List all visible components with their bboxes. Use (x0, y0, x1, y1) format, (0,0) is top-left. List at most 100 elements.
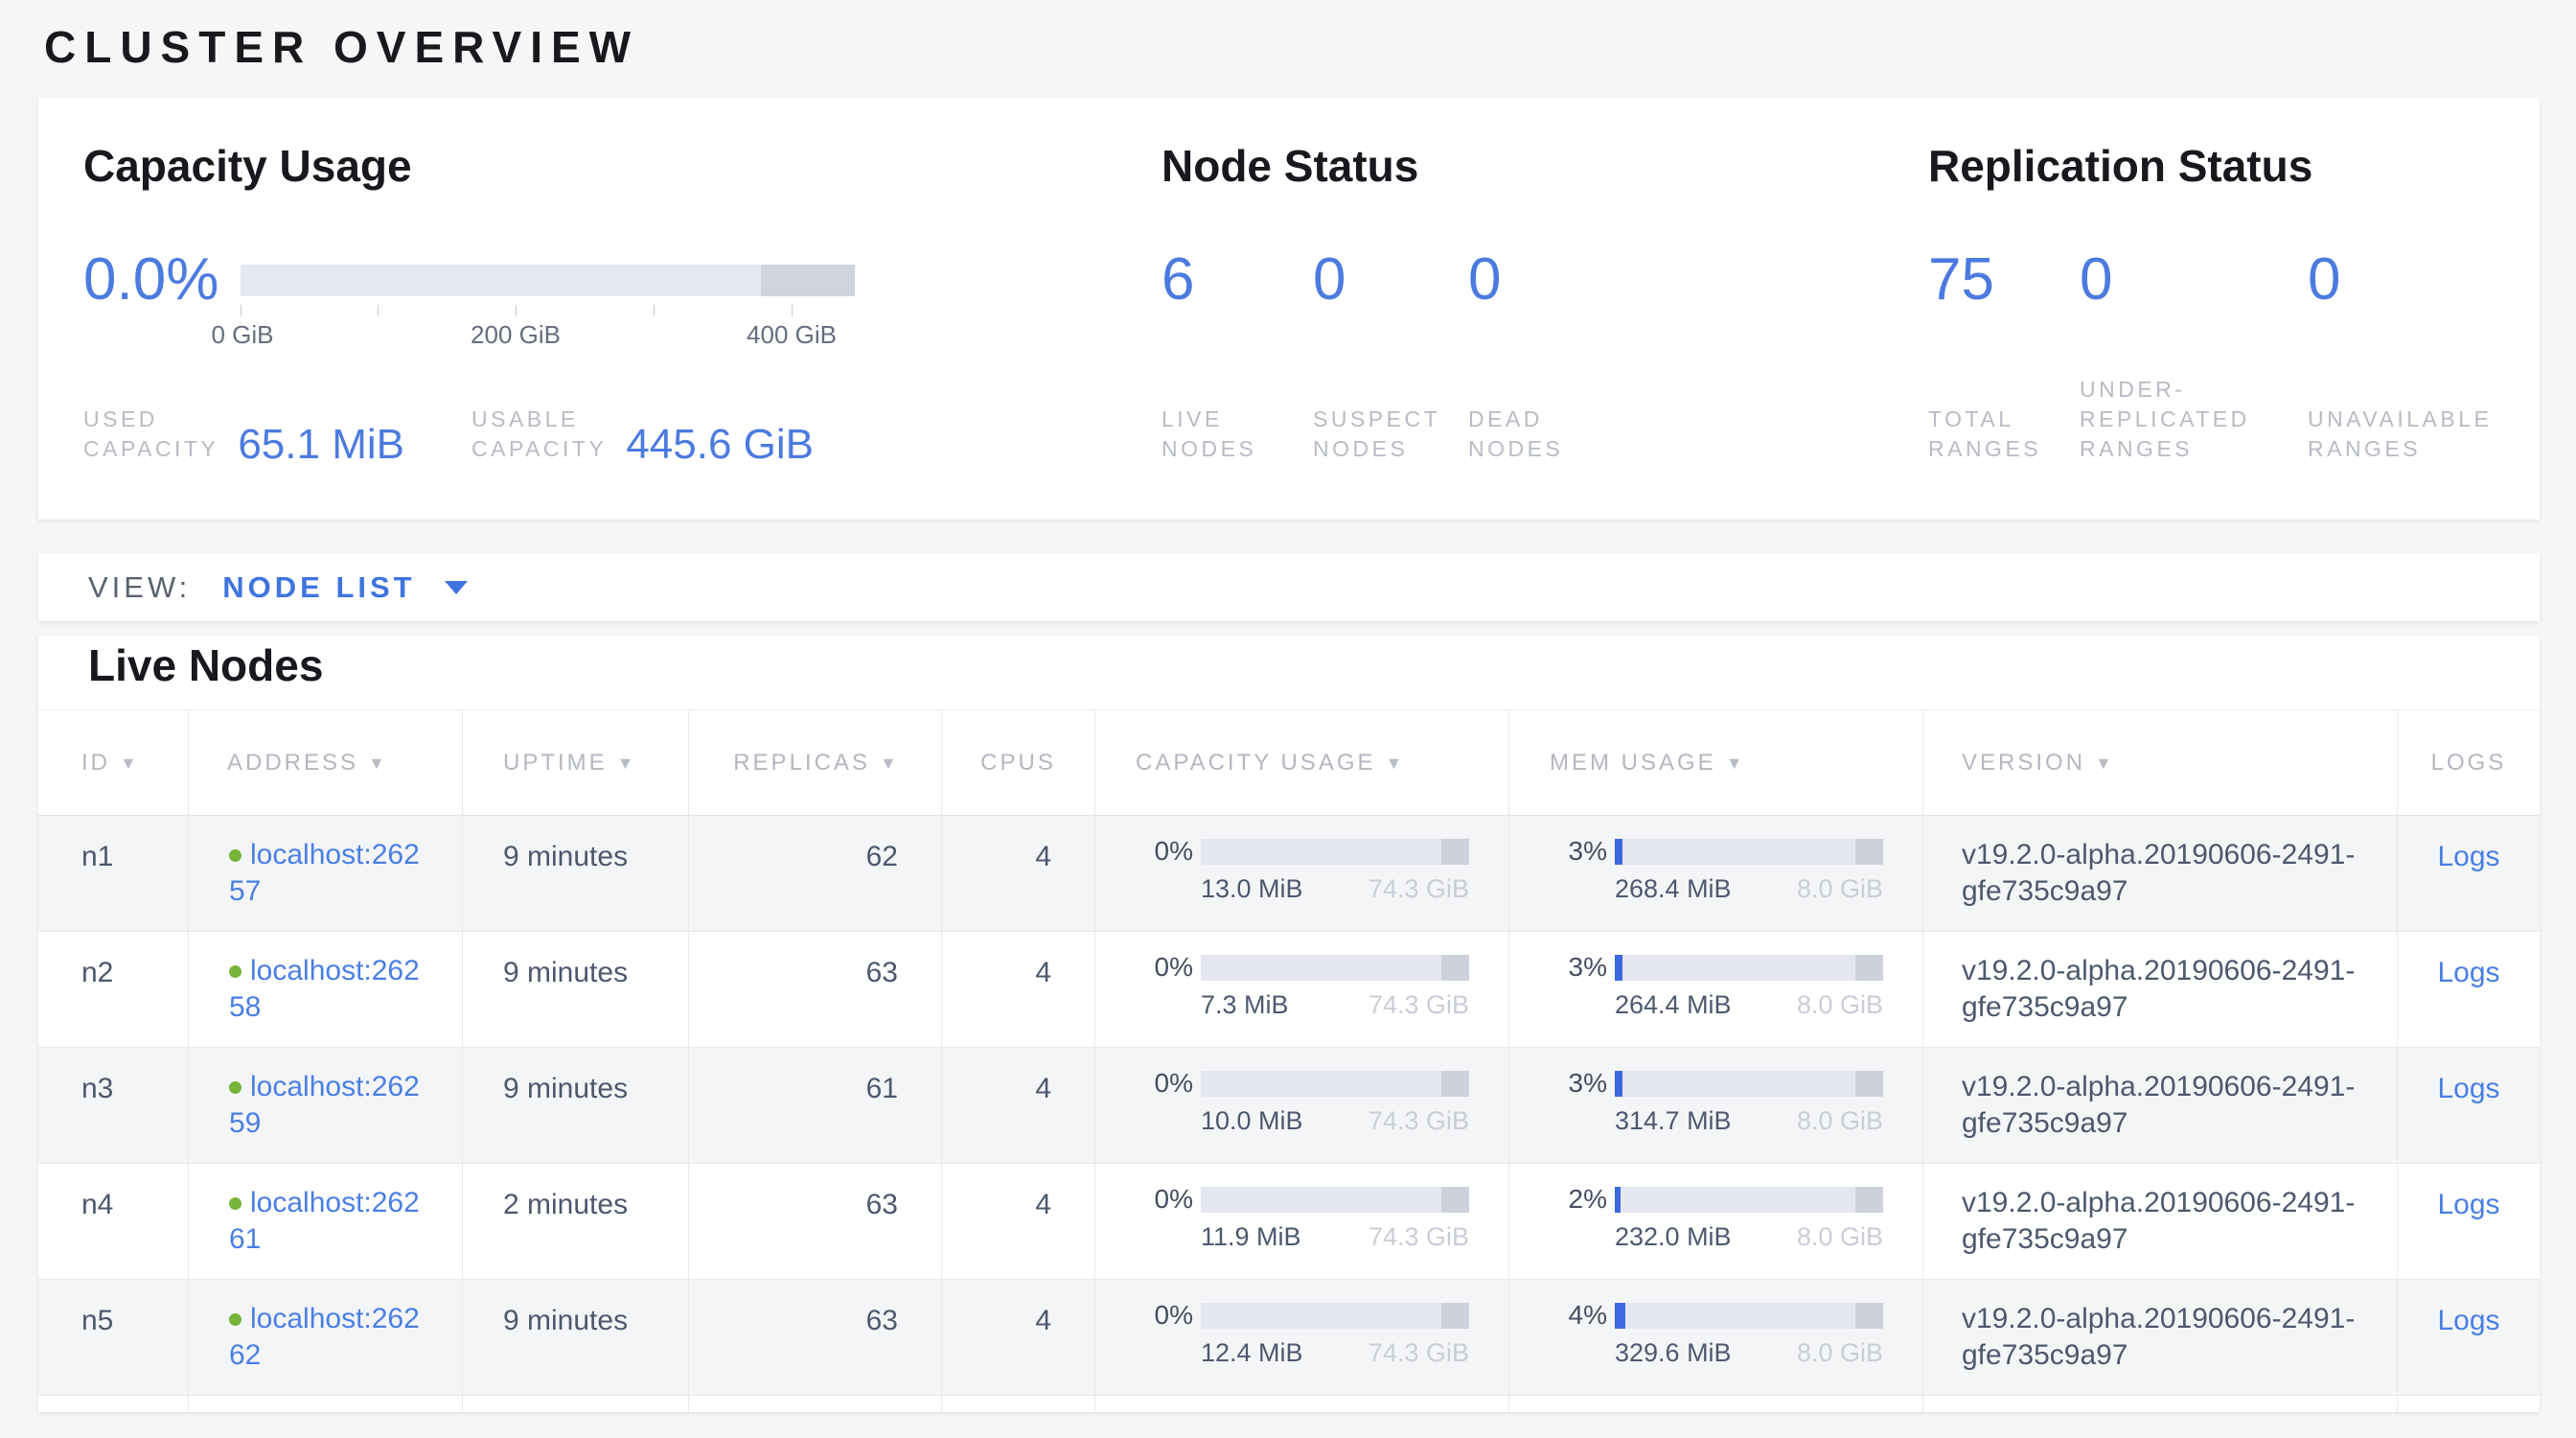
mem-usage-fill (1615, 1071, 1622, 1097)
live-nodes-label: LIVE NODES (1162, 405, 1256, 464)
node-address-link[interactable]: localhost:262 (250, 837, 420, 873)
replicas-cell: 61 (689, 1048, 942, 1163)
caret-down-icon[interactable] (445, 581, 468, 594)
version-cell: v19.2.0-alpha.20190606-2491- gfe735c9a97 (1923, 1164, 2398, 1279)
used-capacity-label: USED CAPACITY (83, 405, 218, 464)
capacity-usage-cell: 0% 10.0 MiB 74.3 GiB (1095, 1048, 1509, 1163)
mem-used-value: 314.7 MiB (1615, 1106, 1732, 1135)
view-dropdown[interactable]: NODE LIST (222, 570, 415, 605)
capacity-used-value: 13.0 MiB (1201, 874, 1303, 903)
replicas-cell: 62 (689, 816, 942, 931)
column-header-address[interactable]: ADDRESS▼ (189, 710, 463, 815)
logs-cell: Logs (2398, 1280, 2540, 1395)
mem-usage-cell: 3% 314.7 MiB 8.0 GiB (1509, 1048, 1923, 1163)
node-id-cell: n2 (38, 932, 189, 1047)
mem-used-value: 232.0 MiB (1615, 1222, 1732, 1251)
column-header-capacity-usage[interactable]: CAPACITY USAGE▼ (1095, 710, 1509, 815)
column-header-logs: LOGS (2398, 710, 2540, 815)
sort-desc-icon: ▼ (120, 754, 137, 774)
capacity-used-value: 10.0 MiB (1201, 1106, 1303, 1135)
node-address-cell: localhost:262 59 (189, 1048, 463, 1163)
uptime-cell: 9 minutes (463, 932, 689, 1047)
view-label: VIEW: (88, 570, 191, 605)
logs-link[interactable]: Logs (2437, 1189, 2499, 1220)
mem-total-value: 8.0 GiB (1797, 1222, 1883, 1251)
mem-bar-reserved-segment (1855, 839, 1883, 865)
column-header-cpus[interactable]: CPUS (942, 710, 1095, 815)
table-row: n4 localhost:262 61 2 minutes 63 4 0% (38, 1164, 2540, 1280)
replicas-cell: 63 (689, 1164, 942, 1279)
node-id-cell: n1 (38, 816, 189, 931)
mem-percent: 3% (1550, 949, 1607, 986)
node-live-status-icon (229, 849, 242, 862)
capacity-percent: 0% (1136, 1297, 1193, 1334)
mem-usage-cell: 3% 264.4 MiB 8.0 GiB (1509, 932, 1923, 1047)
version-cell: v19.2.0-alpha.20190606-2491- gfe735c9a97 (1923, 1280, 2398, 1395)
suspect-nodes-count: 0 (1313, 249, 1346, 311)
node-address-link-wrap[interactable]: 62 (229, 1339, 261, 1371)
node-address-link-wrap[interactable]: 58 (229, 991, 261, 1023)
under-replicated-ranges-count: 0 (2080, 249, 2112, 311)
sort-desc-icon: ▼ (1726, 754, 1743, 774)
live-nodes-table: ID▼ ADDRESS▼ UPTIME▼ REPLICAS▼ CPUS CAPA… (38, 709, 2540, 1412)
table-row: n1 localhost:262 57 9 minutes 62 4 0% (38, 816, 2540, 932)
capacity-bar-reserved-segment (1441, 1303, 1469, 1329)
node-address-cell: localhost:262 58 (189, 932, 463, 1047)
mem-usage-bar (1615, 839, 1883, 865)
node-address-link-wrap[interactable]: 61 (229, 1223, 261, 1255)
cpus-cell: 4 (942, 932, 1095, 1047)
column-header-mem-usage[interactable]: MEM USAGE▼ (1509, 710, 1923, 815)
summary-panel: Capacity Usage 0.0% 0 GiB 200 GiB 400 Gi… (38, 98, 2540, 520)
capacity-usage-cell: 0% 7.3 MiB 74.3 GiB (1095, 932, 1509, 1047)
capacity-usage-cell: 0% 12.4 MiB 74.3 GiB (1095, 1280, 1509, 1395)
axis-tick (241, 305, 242, 316)
node-id-cell: n3 (38, 1048, 189, 1163)
mem-percent: 3% (1550, 1065, 1607, 1102)
replicas-cell: 63 (689, 932, 942, 1047)
mem-usage-bar (1615, 1071, 1883, 1097)
mem-usage-fill (1615, 1303, 1625, 1329)
sort-desc-icon: ▼ (880, 754, 897, 774)
column-header-id[interactable]: ID▼ (38, 710, 189, 815)
mem-percent: 3% (1550, 833, 1607, 870)
capacity-total-value: 74.3 GiB (1368, 1106, 1469, 1135)
axis-tick (792, 305, 793, 316)
node-address-cell: localhost:262 57 (189, 816, 463, 931)
column-header-replicas[interactable]: REPLICAS▼ (689, 710, 942, 815)
mem-total-value: 8.0 GiB (1797, 1106, 1883, 1135)
capacity-total-value: 74.3 GiB (1368, 874, 1469, 903)
capacity-bar-reserved-segment (1441, 839, 1469, 865)
cpus-cell: 4 (942, 1280, 1095, 1395)
table-row-partial (38, 1396, 2540, 1412)
page-title: CLUSTER OVERVIEW (44, 21, 639, 73)
logs-link[interactable]: Logs (2437, 841, 2499, 872)
axis-tick (378, 305, 379, 316)
column-header-version[interactable]: VERSION▼ (1923, 710, 2398, 815)
node-address-cell: localhost:262 62 (189, 1280, 463, 1395)
logs-link[interactable]: Logs (2437, 1073, 2499, 1104)
capacity-usage-title: Capacity Usage (83, 142, 412, 190)
used-capacity-stat: USED CAPACITY 65.1 MiB (83, 405, 404, 464)
capacity-usage-cell: 0% 13.0 MiB 74.3 GiB (1095, 816, 1509, 931)
capacity-bar-reserved-segment (1441, 1187, 1469, 1213)
node-live-status-icon (229, 1197, 242, 1210)
node-id-cell: n5 (38, 1280, 189, 1395)
node-address-link[interactable]: localhost:262 (250, 1185, 420, 1221)
mem-usage-cell: 4% 329.6 MiB 8.0 GiB (1509, 1280, 1923, 1395)
mem-usage-fill (1615, 1187, 1621, 1213)
node-address-link[interactable]: localhost:262 (250, 953, 420, 989)
column-header-uptime[interactable]: UPTIME▼ (463, 710, 689, 815)
logs-link[interactable]: Logs (2437, 957, 2499, 988)
capacity-usage-percent: 0.0% (83, 249, 218, 311)
usable-capacity-value: 445.6 GiB (626, 426, 814, 464)
unavailable-ranges-label: UNAVAILABLE RANGES (2308, 405, 2492, 464)
node-address-link[interactable]: localhost:262 (250, 1301, 420, 1337)
logs-link[interactable]: Logs (2437, 1305, 2499, 1336)
unavailable-ranges-count: 0 (2308, 249, 2340, 311)
node-address-link[interactable]: localhost:262 (250, 1069, 420, 1105)
node-address-link-wrap[interactable]: 57 (229, 875, 261, 907)
capacity-usage-bar (1201, 955, 1469, 981)
mem-bar-reserved-segment (1855, 1187, 1883, 1213)
total-ranges-count: 75 (1928, 249, 1994, 311)
node-address-link-wrap[interactable]: 59 (229, 1107, 261, 1139)
